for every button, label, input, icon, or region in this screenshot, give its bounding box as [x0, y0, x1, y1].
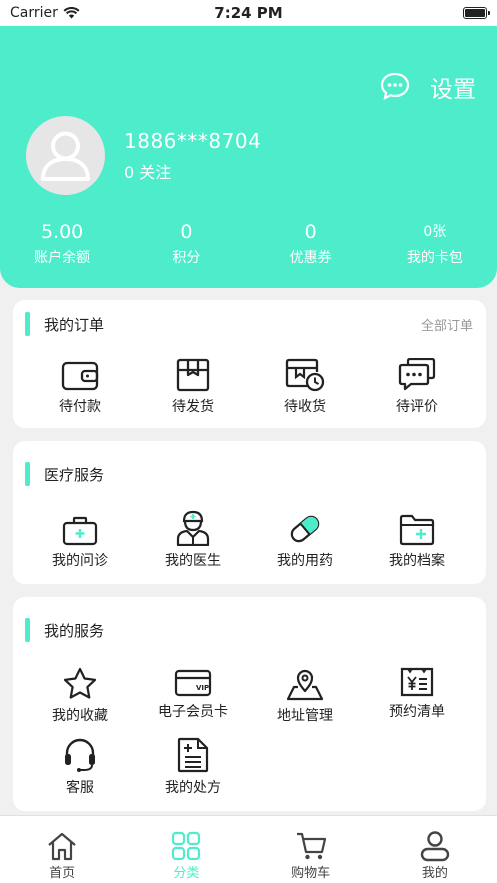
receipt-icon — [400, 667, 434, 697]
package-icon — [176, 358, 210, 392]
service-vip-card[interactable]: VIP 电子会员卡 — [137, 665, 249, 721]
folder-plus-icon — [399, 514, 435, 546]
tab-label: 购物车 — [291, 866, 331, 881]
order-pending-shipment[interactable]: 待发货 — [137, 356, 249, 416]
service-customer-support[interactable]: 客服 — [24, 737, 136, 797]
item-label: 客服 — [66, 780, 94, 796]
section-title: 我的订单 — [44, 315, 105, 334]
stat-label: 我的卡包 — [406, 250, 463, 266]
stat-coupons[interactable]: 0 优惠券 — [249, 220, 373, 267]
tab-bar: 首页 分类 购物车 我的 — [0, 815, 497, 883]
section-accent-bar — [25, 618, 30, 642]
item-label: 待评价 — [396, 399, 438, 415]
wifi-icon — [63, 7, 80, 19]
item-label: 电子会员卡 — [158, 704, 228, 720]
doctor-icon — [176, 510, 210, 546]
tab-label: 分类 — [173, 866, 200, 881]
delivery-clock-icon — [285, 358, 325, 392]
section-accent-bar — [25, 312, 30, 336]
item-label: 我的医生 — [165, 553, 221, 569]
item-label: 我的档案 — [389, 553, 445, 569]
medical-records[interactable]: 我的档案 — [361, 510, 473, 570]
tab-label: 我的 — [421, 866, 448, 881]
services-card-header: 我的服务 — [13, 618, 486, 642]
message-icon[interactable] — [380, 72, 410, 104]
tab-cart[interactable]: 购物车 — [249, 816, 373, 883]
item-label: 地址管理 — [277, 708, 333, 724]
comment-icon — [398, 358, 436, 391]
stat-value: 5.00 — [40, 221, 84, 243]
svg-text:VIP: VIP — [196, 684, 209, 692]
orders-card: 我的订单 全部订单 待付款 待发货 待收货 待评价 — [13, 300, 486, 428]
service-prescriptions[interactable]: 我的处方 — [137, 737, 249, 797]
services-card: 我的服务 我的收藏 VIP 电子会员卡 地址管理 预约清单 客服 我的处方 — [13, 597, 486, 811]
stat-balance[interactable]: 5.00 账户余额 — [0, 220, 124, 267]
item-label: 我的处方 — [165, 780, 221, 796]
service-address[interactable]: 地址管理 — [249, 665, 361, 725]
service-appointments[interactable]: 预约清单 — [361, 665, 473, 721]
account-stats: 5.00 账户余额 0 积分 0 优惠券 0张 我的卡包 — [0, 220, 497, 267]
order-pending-review[interactable]: 待评价 — [361, 356, 473, 416]
default-user-icon — [41, 131, 90, 181]
item-label: 预约清单 — [389, 704, 445, 720]
medical-card: 医疗服务 我的问诊 我的医生 我的用药 我的档案 — [13, 441, 486, 584]
order-pending-payment[interactable]: 待付款 — [24, 356, 136, 416]
cart-icon — [296, 832, 326, 860]
vip-card-icon: VIP — [174, 669, 212, 697]
item-label: 待付款 — [59, 399, 101, 415]
orders-card-header: 我的订单 全部订单 — [13, 312, 486, 336]
stat-points[interactable]: 0 积分 — [124, 220, 248, 267]
section-title: 医疗服务 — [44, 465, 105, 484]
avatar[interactable] — [26, 116, 105, 195]
follow-count[interactable]: 0 关注 — [124, 159, 171, 183]
pill-icon — [290, 515, 320, 543]
user-phone: 1886***8704 — [124, 129, 262, 153]
user-icon — [420, 831, 450, 862]
section-title: 我的服务 — [44, 621, 105, 640]
item-label: 我的用药 — [277, 553, 333, 569]
grid-icon — [172, 831, 201, 861]
stat-label: 优惠券 — [289, 250, 332, 266]
star-icon — [63, 667, 97, 699]
carrier: Carrier — [10, 5, 80, 21]
status-bar: Carrier 7:24 PM — [0, 0, 497, 26]
tab-label: 首页 — [49, 866, 76, 881]
stat-value: 0 — [304, 221, 317, 243]
stat-card-wallet[interactable]: 0张 我的卡包 — [373, 220, 497, 267]
medical-doctor[interactable]: 我的医生 — [137, 510, 249, 570]
settings-button[interactable]: 设置 — [430, 70, 476, 104]
carrier-label: Carrier — [10, 5, 58, 21]
stat-value: 0 — [180, 221, 193, 243]
order-pending-receipt[interactable]: 待收货 — [249, 356, 361, 416]
medical-consultation[interactable]: 我的问诊 — [24, 510, 136, 570]
item-label: 我的问诊 — [52, 553, 108, 569]
medical-kit-icon — [62, 516, 98, 546]
battery-icon — [463, 7, 490, 19]
stat-label: 账户余额 — [34, 250, 91, 266]
tab-home[interactable]: 首页 — [0, 816, 124, 883]
home-icon — [48, 832, 76, 861]
medical-card-header: 医疗服务 — [13, 462, 486, 486]
item-label: 待收货 — [284, 399, 326, 415]
headset-icon — [65, 738, 95, 772]
stat-label: 积分 — [172, 250, 201, 266]
prescription-icon — [177, 737, 209, 773]
tab-category[interactable]: 分类 — [124, 816, 248, 883]
medical-medication[interactable]: 我的用药 — [249, 510, 361, 570]
tab-profile[interactable]: 我的 — [373, 816, 497, 883]
map-pin-icon — [286, 669, 324, 701]
item-label: 待发货 — [172, 399, 214, 415]
all-orders-link[interactable]: 全部订单 — [421, 315, 473, 334]
wallet-icon — [61, 361, 99, 391]
stat-value: 0张 — [423, 224, 447, 240]
service-favorites[interactable]: 我的收藏 — [24, 665, 136, 725]
section-accent-bar — [25, 462, 30, 486]
item-label: 我的收藏 — [52, 708, 108, 724]
profile-header: 设置 1886***8704 0 关注 5.00 账户余额 0 积分 0 优惠券… — [0, 24, 497, 288]
